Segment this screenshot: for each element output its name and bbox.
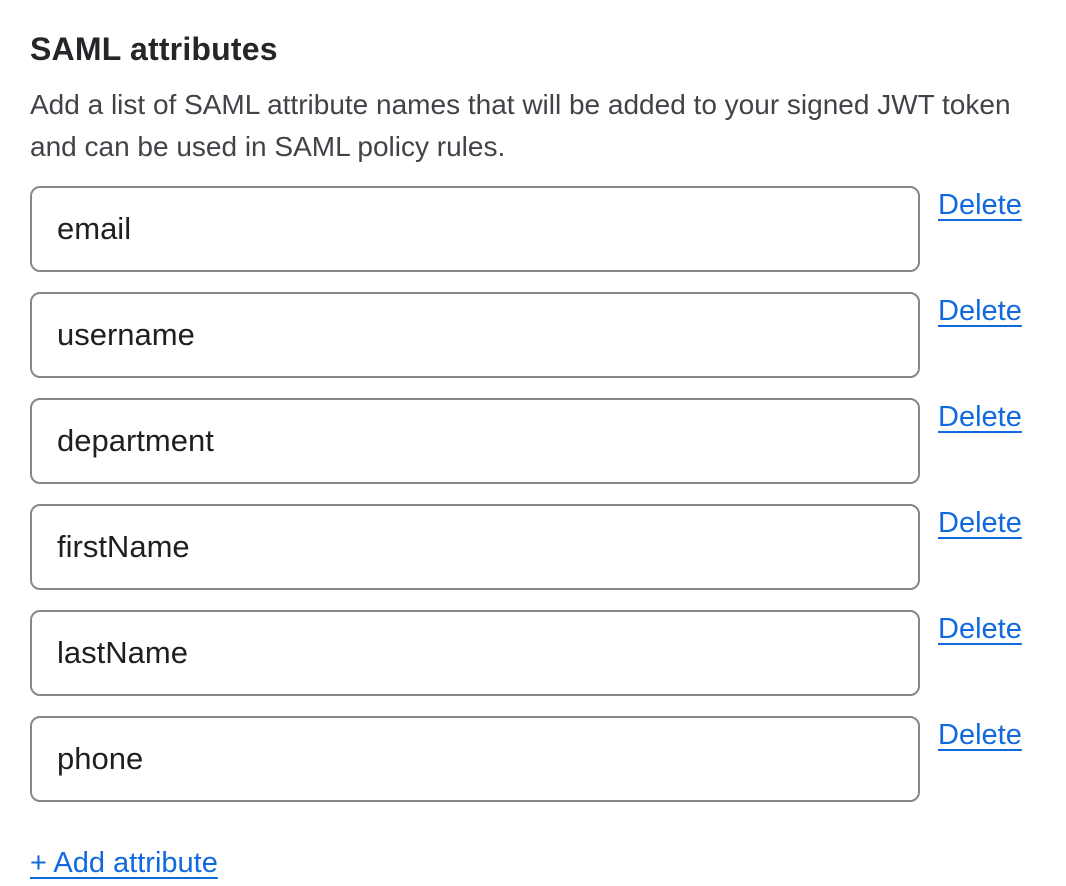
attribute-input[interactable] (30, 186, 920, 272)
saml-attributes-section: SAML attributes Add a list of SAML attri… (0, 0, 1066, 880)
delete-link[interactable]: Delete (938, 188, 1022, 222)
attribute-row: Delete (30, 398, 1026, 484)
attribute-input[interactable] (30, 398, 920, 484)
attribute-input[interactable] (30, 716, 920, 802)
attribute-row: Delete (30, 716, 1026, 802)
attribute-input[interactable] (30, 504, 920, 590)
add-attribute-link[interactable]: + Add attribute (30, 846, 218, 880)
section-title: SAML attributes (30, 30, 1026, 68)
delete-link[interactable]: Delete (938, 612, 1022, 646)
delete-link[interactable]: Delete (938, 506, 1022, 540)
attribute-row: Delete (30, 186, 1026, 272)
attribute-input[interactable] (30, 292, 920, 378)
delete-link[interactable]: Delete (938, 294, 1022, 328)
section-description: Add a list of SAML attribute names that … (30, 84, 1026, 168)
attribute-row: Delete (30, 610, 1026, 696)
attribute-list: Delete Delete Delete Delete Delete Delet… (30, 186, 1026, 802)
attribute-row: Delete (30, 504, 1026, 590)
delete-link[interactable]: Delete (938, 718, 1022, 752)
attribute-input[interactable] (30, 610, 920, 696)
delete-link[interactable]: Delete (938, 400, 1022, 434)
attribute-row: Delete (30, 292, 1026, 378)
